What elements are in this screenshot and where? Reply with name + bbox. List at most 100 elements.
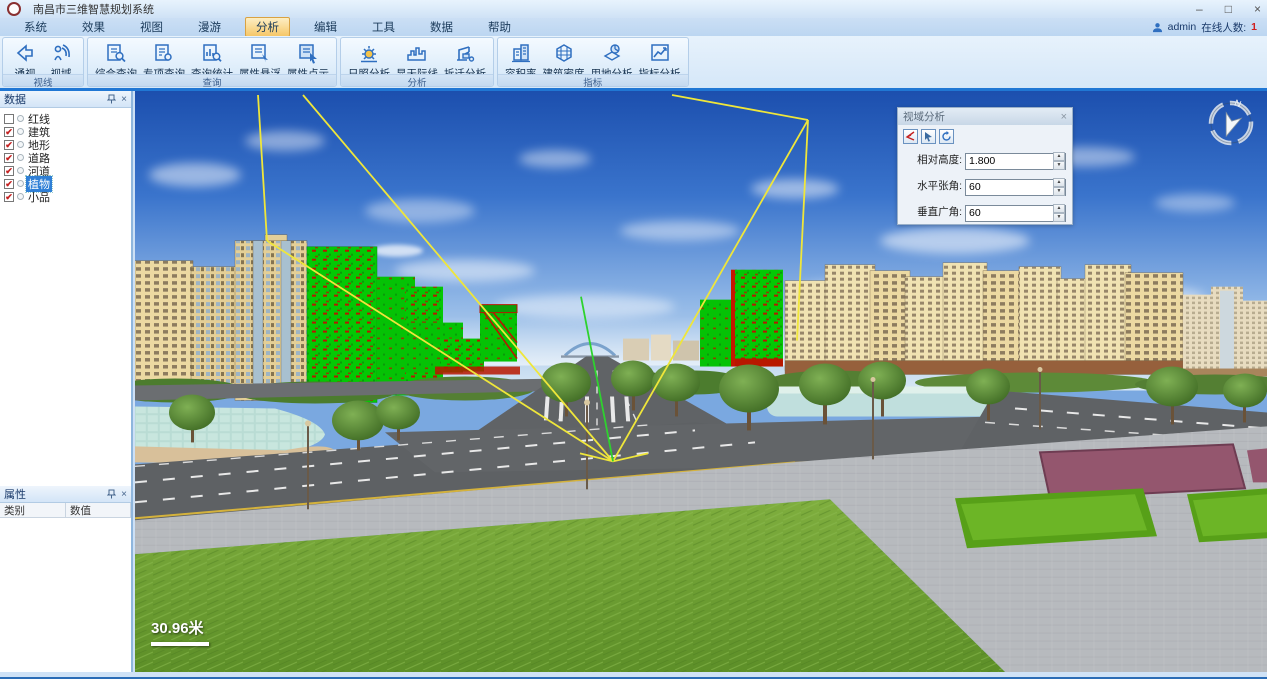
intervisibility-icon (14, 41, 36, 65)
relative-height-label: 相对高度: (900, 152, 962, 167)
relative-height-spinner[interactable]: ▲ ▼ (1053, 152, 1065, 167)
chart-icon (649, 41, 671, 65)
checkbox-ornaments[interactable]: ✔ (4, 192, 14, 202)
query-doc-icon (105, 41, 127, 65)
vertical-angle-input[interactable] (965, 205, 1066, 222)
layer-rivers[interactable]: ✔ 河道 (2, 164, 129, 177)
refresh-icon (941, 131, 952, 142)
query-stats-icon (201, 41, 223, 65)
draw-viewshed-button[interactable] (903, 129, 918, 144)
menu-data[interactable]: 数据 (419, 17, 464, 37)
menu-tools[interactable]: 工具 (361, 17, 406, 37)
checkbox-plants[interactable]: ✔ (4, 179, 14, 189)
dialog-close-icon[interactable]: × (1061, 111, 1067, 123)
scale-bar (151, 642, 209, 646)
menu-system[interactable]: 系统 (13, 17, 58, 37)
compass-arrow (1219, 113, 1242, 139)
dialog-title: 视域分析 (903, 109, 945, 124)
relative-height-input[interactable] (965, 153, 1066, 170)
close-button[interactable]: × (1254, 2, 1261, 16)
user-bar: admin 在线人数: 1 (1152, 18, 1257, 36)
radio-terrain[interactable] (17, 141, 24, 148)
panel-close-icon[interactable]: × (121, 94, 127, 105)
left-sidebar: 数据 × 红线 ✔ 建筑 ✔ 地形 (0, 91, 133, 672)
spin-down-icon: ▼ (1053, 161, 1065, 170)
horizontal-angle-spinner[interactable]: ▲ ▼ (1053, 178, 1065, 193)
scale-label: 30.96米 (151, 617, 209, 638)
radio-roads[interactable] (17, 154, 24, 161)
online-count: 1 (1251, 21, 1257, 33)
viewshed-icon (50, 41, 72, 65)
compass[interactable]: N (1203, 95, 1259, 151)
scene-3d (135, 91, 1267, 672)
menu-bar: 系统 效果 视图 漫游 分析 编辑 工具 数据 帮助 admin 在线人数: 1 (0, 18, 1267, 36)
checkbox-roads[interactable]: ✔ (4, 153, 14, 163)
properties-panel-title: 属性 (4, 486, 26, 502)
radio-buildings[interactable] (17, 128, 24, 135)
column-category: 类别 (0, 503, 66, 517)
crane-icon (454, 41, 476, 65)
radio-plants[interactable] (17, 180, 24, 187)
layer-buildings[interactable]: ✔ 建筑 (2, 125, 129, 138)
checkbox-redline[interactable] (4, 114, 14, 124)
layer-plants[interactable]: ✔ 植物 (2, 177, 129, 190)
buildings-right (785, 263, 1183, 375)
vertical-angle-spinner[interactable]: ▲ ▼ (1053, 204, 1065, 219)
menu-analysis[interactable]: 分析 (245, 17, 290, 37)
panel-close-icon[interactable]: × (121, 489, 127, 500)
ribbon-group-analysis: 日照分析 显天际线 拆迁分析 分析 (340, 37, 494, 87)
spin-down-icon: ▼ (1053, 187, 1065, 196)
query-list-icon (153, 41, 175, 65)
radio-ornaments[interactable] (17, 193, 24, 200)
layer-redline[interactable]: 红线 (2, 112, 129, 125)
ribbon-group-label: 分析 (341, 74, 493, 86)
ribbon-group-indicators: 容积率 建筑密度 用地分析 指标分析 指标 (497, 37, 689, 87)
dialog-title-bar[interactable]: 视域分析 × (898, 108, 1072, 125)
attribute-pick-icon (297, 41, 319, 65)
checkbox-buildings[interactable]: ✔ (4, 127, 14, 137)
cursor-icon (923, 131, 934, 142)
layer-terrain[interactable]: ✔ 地形 (2, 138, 129, 151)
ribbon-group-label: 指标 (498, 74, 688, 86)
menu-edit[interactable]: 编辑 (303, 17, 348, 37)
landuse-icon (601, 41, 623, 65)
menu-help[interactable]: 帮助 (477, 17, 522, 37)
layer-roads[interactable]: ✔ 道路 (2, 151, 129, 164)
ribbon-toolbar: 通视 视域 视线 综合查询 专项查询 查询统计 属性悬浮 (0, 36, 1267, 88)
building-blocks-icon (510, 41, 532, 65)
horizontal-angle-label: 水平张角: (900, 178, 962, 193)
horizontal-angle-input[interactable] (965, 179, 1066, 196)
refresh-button[interactable] (939, 129, 954, 144)
column-value: 数值 (66, 503, 131, 517)
attribute-hover-icon (249, 41, 271, 65)
menu-roam[interactable]: 漫游 (187, 17, 232, 37)
pin-icon[interactable] (107, 94, 116, 104)
properties-panel: 属性 × 类别 数值 (0, 486, 131, 672)
data-panel-title: 数据 (4, 91, 26, 107)
menu-effects[interactable]: 效果 (71, 17, 116, 37)
spin-up-icon: ▲ (1053, 152, 1065, 161)
app-logo-icon (7, 2, 21, 16)
water-channel (135, 406, 325, 452)
username: admin (1168, 21, 1197, 33)
checkbox-terrain[interactable]: ✔ (4, 140, 14, 150)
title-bar: 南昌市三维智慧规划系统 – □ × (0, 0, 1267, 18)
minimize-button[interactable]: – (1196, 2, 1203, 16)
viewport-3d[interactable]: N 30.96米 视域分析 × (135, 91, 1267, 672)
ribbon-group-label: 查询 (88, 74, 336, 86)
checkbox-rivers[interactable]: ✔ (4, 166, 14, 176)
layer-ornaments[interactable]: ✔ 小品 (2, 190, 129, 203)
status-bar (0, 672, 1267, 679)
ribbon-group-query: 综合查询 专项查询 查询统计 属性悬浮 属性点示 查询 (87, 37, 337, 87)
data-panel: 数据 × 红线 ✔ 建筑 ✔ 地形 (0, 91, 131, 486)
viewshed-analysis-dialog[interactable]: 视域分析 × 相对高度: ▲ (897, 107, 1073, 225)
spin-up-icon: ▲ (1053, 204, 1065, 213)
pin-icon[interactable] (107, 489, 116, 499)
radio-redline[interactable] (17, 115, 24, 122)
pick-point-button[interactable] (921, 129, 936, 144)
maximize-button[interactable]: □ (1225, 2, 1232, 16)
menu-view[interactable]: 视图 (129, 17, 174, 37)
draw-arrow-icon (905, 131, 916, 142)
radio-rivers[interactable] (17, 167, 24, 174)
spin-up-icon: ▲ (1053, 178, 1065, 187)
